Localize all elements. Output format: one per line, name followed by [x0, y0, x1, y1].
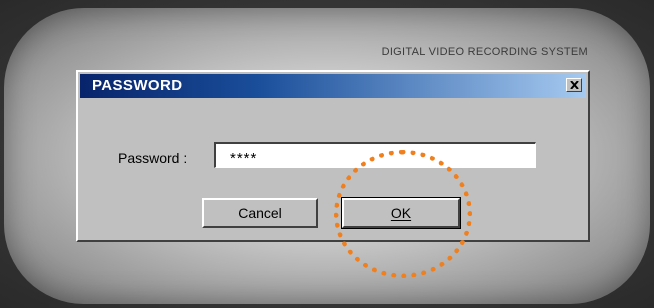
system-title: DIGITAL VIDEO RECORDING SYSTEM [381, 46, 588, 58]
cancel-button[interactable]: Cancel [202, 198, 318, 228]
dialog-title: PASSWORD [92, 77, 183, 94]
password-label: Password : [118, 150, 188, 166]
ok-button-label: OK [390, 205, 412, 221]
device-frame: DIGITAL VIDEO RECORDING SYSTEM PASSWORD … [0, 0, 654, 308]
close-x-icon [569, 81, 579, 89]
close-button[interactable] [566, 78, 582, 92]
ok-button[interactable]: OK [341, 197, 461, 229]
cancel-button-label: Cancel [238, 205, 282, 221]
password-dialog: PASSWORD Password : **** Cancel OK [76, 70, 590, 242]
password-field[interactable]: **** [214, 142, 536, 168]
dialog-titlebar[interactable]: PASSWORD [80, 74, 586, 98]
